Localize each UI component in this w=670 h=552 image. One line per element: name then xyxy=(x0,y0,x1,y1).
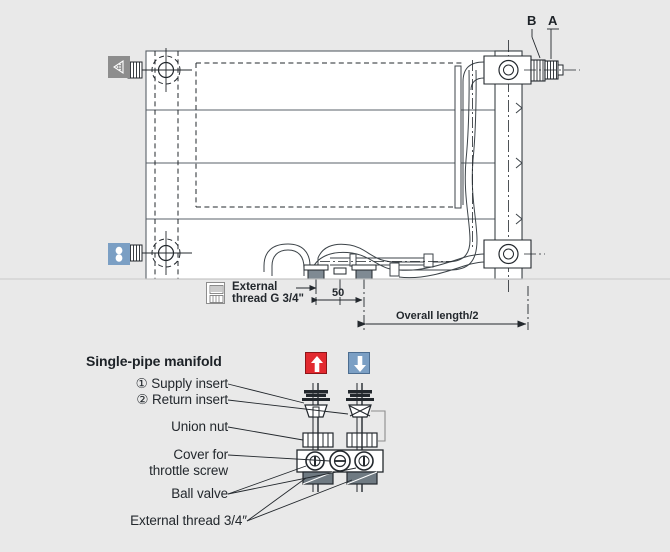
technical-drawing-page: B A External thread G 3/4" 50 Overall le… xyxy=(0,0,670,552)
callout-return-insert: ② Return insert xyxy=(28,392,228,408)
overall-length-label: Overall length/2 xyxy=(396,310,479,322)
callout-label-supply-insert: Supply insert xyxy=(151,376,228,391)
air-vent-icon xyxy=(108,56,130,78)
top-right-connection xyxy=(483,28,580,85)
label-connection-b: B xyxy=(527,13,537,28)
label-connection-a: A xyxy=(548,13,558,28)
callout-label-return-insert: Return insert xyxy=(152,392,228,407)
callout-marker-1: ① xyxy=(135,376,148,391)
callout-supply-insert: ① Supply insert xyxy=(28,376,229,392)
external-thread-callout-line2: thread G 3/4" xyxy=(232,293,304,305)
bottom-right-connection xyxy=(483,239,545,269)
callout-external-thread: External thread 3/4″ xyxy=(130,513,247,528)
manifold-detail-heading: Single-pipe manifold xyxy=(86,353,222,369)
dimension-50-label: 50 xyxy=(332,287,345,299)
callout-cover-for-throttle-screw-line1: Cover for xyxy=(173,447,228,462)
drain-valve-icon xyxy=(108,243,130,265)
callout-union-nut: Union nut xyxy=(171,419,228,434)
external-thread-icon xyxy=(206,282,225,304)
return-flow-arrow-icon xyxy=(348,352,370,374)
callout-ball-valve: Ball valve xyxy=(171,486,228,501)
callout-marker-2: ② xyxy=(136,392,149,407)
callout-cover-for-throttle-screw-line2: throttle screw xyxy=(149,463,228,478)
supply-flow-arrow-icon xyxy=(305,352,327,374)
manifold-detail xyxy=(296,383,386,492)
